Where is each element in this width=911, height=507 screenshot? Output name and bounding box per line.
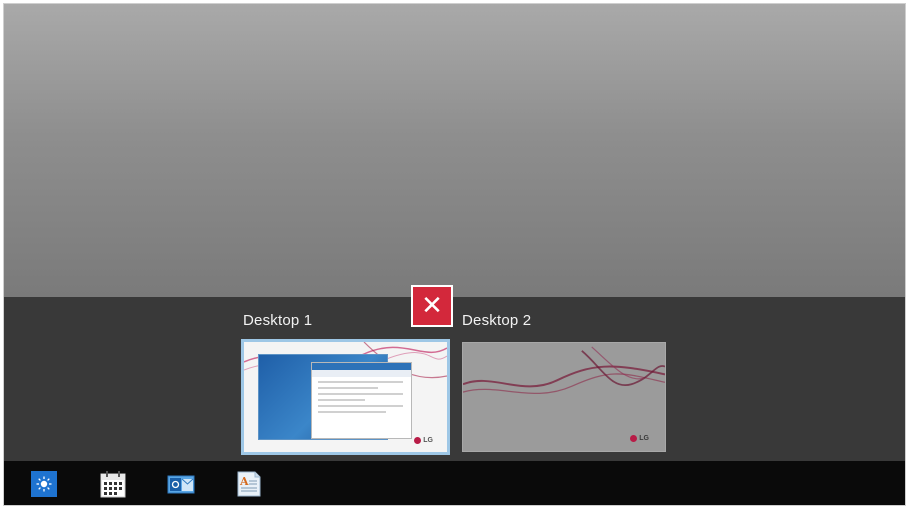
mail-graphic [167, 475, 195, 494]
lg-logo: LG [630, 435, 649, 442]
sun-icon [36, 476, 52, 492]
mini-window-document [311, 362, 412, 439]
taskbar: A [4, 461, 905, 505]
desktop-2-label: Desktop 2 [462, 312, 532, 329]
close-icon: ✕ [421, 291, 443, 321]
lg-logo: LG [414, 437, 433, 444]
lg-logo-icon [630, 435, 638, 442]
lg-logo-text: LG [639, 435, 649, 442]
screen: Desktop 1 Desktop 2 LG LG ✕ A [3, 3, 906, 506]
calendar-graphic [100, 471, 126, 498]
desktop-2-thumbnail[interactable]: LG [462, 342, 666, 452]
desktop-1-label: Desktop 1 [243, 312, 313, 329]
document-reader-icon[interactable]: A [235, 469, 263, 499]
desktop-1-thumbnail[interactable]: LG [241, 339, 450, 455]
outlook-mail-icon[interactable] [167, 471, 195, 497]
calendar-icon[interactable] [99, 469, 127, 499]
weather-sun-icon[interactable] [31, 471, 57, 497]
lg-logo-icon [414, 437, 422, 444]
close-desktop-button[interactable]: ✕ [411, 285, 453, 327]
task-view-backdrop [4, 4, 905, 297]
reader-graphic: A [237, 471, 261, 497]
lg-logo-text: LG [423, 437, 433, 444]
task-view-desktop-strip: Desktop 1 Desktop 2 LG LG ✕ [4, 285, 905, 461]
svg-text:A: A [239, 475, 249, 488]
